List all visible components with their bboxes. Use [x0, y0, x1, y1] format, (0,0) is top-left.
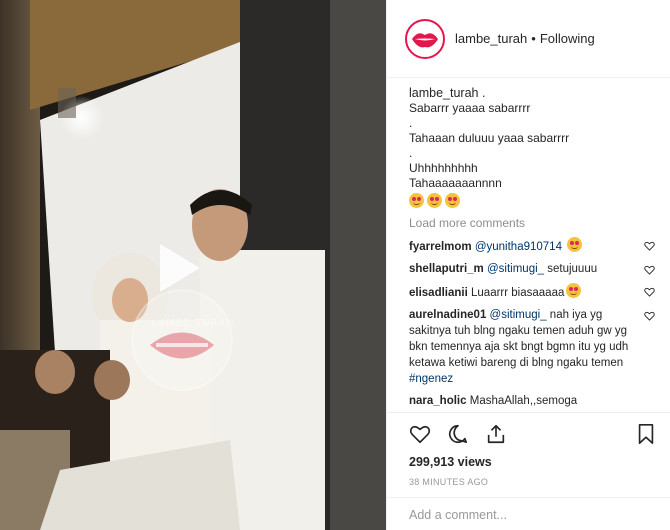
heart-outline-icon [644, 265, 655, 275]
post-timestamp[interactable]: 38 MINUTES AGO [409, 477, 488, 487]
comment-item: aurelnadine01 @sitimugi_ nah iya yg saki… [409, 307, 655, 387]
comment-hashtag[interactable]: #ngenez [409, 373, 453, 385]
like-comment-button[interactable] [644, 240, 655, 251]
add-comment-bar [387, 497, 670, 530]
load-more-comments-button[interactable]: Load more comments [409, 215, 647, 231]
comment-mention[interactable]: @sitimugi_ [490, 309, 547, 321]
caption-line: Sabarrr yaaaa sabarrrr [409, 101, 531, 115]
post-video[interactable]: LAMBE TURAH [0, 0, 386, 530]
like-comment-button[interactable] [644, 286, 655, 297]
post-header: lambe_turah • Following [387, 0, 670, 78]
post-sidebar: lambe_turah • Following lambe_turah . Sa… [386, 0, 670, 530]
caption-line: . [409, 116, 413, 130]
comments-list[interactable]: lambe_turah . Sabarrr yaaaa sabarrrr . T… [387, 79, 670, 411]
comment-username[interactable]: aurelnadine01 [409, 309, 486, 321]
like-comment-button[interactable] [644, 264, 655, 275]
share-button[interactable] [485, 423, 507, 445]
caption-username[interactable]: lambe_turah . [409, 85, 647, 101]
comment-username[interactable]: nara_holic [409, 395, 467, 407]
comment-bubble-icon [448, 424, 468, 444]
comment-text: setujuuuu [544, 263, 598, 275]
comment-button[interactable] [447, 423, 469, 445]
bookmark-icon [638, 424, 654, 444]
following-button[interactable]: Following [540, 31, 595, 46]
action-icons [409, 423, 507, 445]
caption-line: Tahaaan duluuu yaaa sabarrrr [409, 131, 570, 145]
lips-logo-icon [412, 32, 438, 47]
view-count[interactable]: 299,913 views [409, 455, 492, 469]
heart-eyes-emoji [567, 237, 583, 252]
comment-text: Luaarrr biasaaaaa [471, 287, 565, 299]
heart-icon [409, 425, 431, 444]
heart-eyes-emoji [566, 283, 582, 298]
play-button[interactable] [142, 236, 206, 300]
header-username[interactable]: lambe_turah [455, 31, 527, 46]
heart-eyes-emoji [445, 193, 460, 208]
comment-item: nara_holic MashaAllah,,semoga [409, 393, 647, 409]
add-comment-input[interactable] [409, 508, 649, 522]
caption-line: Uhhhhhhhhh [409, 161, 478, 175]
instagram-post-modal: LAMBE TURAH lambe_turah • Following lamb… [0, 0, 670, 530]
share-upload-icon [487, 424, 505, 444]
caption-line: . [409, 146, 413, 160]
heart-outline-icon [644, 287, 655, 297]
caption-emojis [409, 193, 647, 209]
comment-username[interactable]: shellaputri_m [409, 263, 484, 275]
comment-username[interactable]: fyarrelmom [409, 241, 472, 253]
comment-item: shellaputri_m @sitimugi_ setujuuuu [409, 261, 655, 277]
save-button[interactable] [635, 423, 657, 445]
header-separator: • [531, 31, 536, 46]
comment-username[interactable]: elisadlianii [409, 287, 468, 299]
like-comment-button[interactable] [644, 310, 655, 321]
comment-item: fyarrelmom @yunitha910714 [409, 237, 655, 255]
watermark-text: LAMBE TURAH [151, 318, 235, 329]
comment-item: elisadlianii Luaarrr biasaaaaa [409, 283, 655, 301]
like-button[interactable] [409, 423, 431, 445]
heart-eyes-emoji [409, 193, 424, 208]
play-icon [160, 244, 200, 292]
heart-outline-icon [644, 311, 655, 321]
comment-mention[interactable]: @yunitha910714 [475, 241, 562, 253]
heart-eyes-emoji [427, 193, 442, 208]
caption-line: Tahaaaaaaannnn [409, 176, 502, 190]
comment-mention[interactable]: @sitimugi_ [487, 263, 544, 275]
heart-outline-icon [644, 241, 655, 251]
avatar[interactable] [405, 18, 445, 59]
comment-text: MashaAllah,,semoga [469, 395, 578, 407]
